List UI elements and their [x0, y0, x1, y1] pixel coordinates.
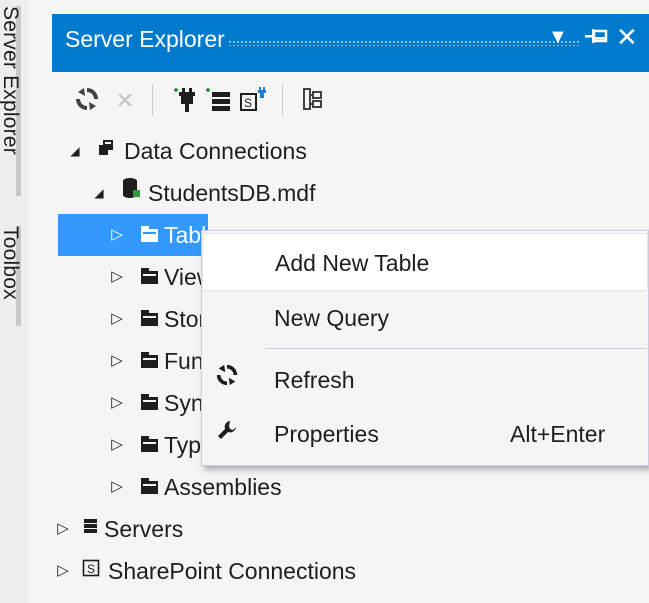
- expand-arrow-icon[interactable]: ▷: [54, 508, 72, 550]
- menu-separator: [265, 348, 647, 349]
- tree-node-assemblies[interactable]: ▷ Assemblies: [52, 466, 649, 508]
- data-connections-icon: [96, 130, 118, 172]
- menu-item-properties[interactable]: Properties Alt+Enter: [202, 405, 648, 463]
- toolbar-separator: [152, 84, 153, 116]
- title-grip: [228, 40, 580, 46]
- tree-node-label: StudentsDB.mdf: [148, 180, 316, 206]
- collapse-arrow-icon[interactable]: ◢: [90, 172, 108, 214]
- menu-item-label: Refresh: [274, 367, 355, 393]
- tree-node-tables[interactable]: ▷ Tables: [58, 214, 230, 256]
- svg-text:S: S: [87, 562, 95, 576]
- connect-server-icon[interactable]: [204, 86, 234, 116]
- tree-node-data-connections[interactable]: ◢ Data Connections: [52, 130, 649, 172]
- menu-item-label: Properties: [274, 421, 379, 447]
- expand-arrow-icon[interactable]: ▷: [108, 298, 126, 340]
- tree-node-label: SharePoint Connections: [108, 558, 357, 584]
- folder-icon: [138, 382, 160, 424]
- expand-arrow-icon[interactable]: ▷: [108, 424, 126, 466]
- window-position-dropdown-icon[interactable]: ▼: [548, 26, 568, 49]
- menu-item-refresh[interactable]: Refresh: [202, 351, 648, 409]
- tree-node-label: Data Connections: [124, 138, 307, 164]
- panel-title-bar[interactable]: Server Explorer ▼ ✕: [52, 14, 649, 72]
- expand-arrow-icon[interactable]: ▷: [108, 340, 126, 382]
- side-tab-label: Toolbox: [0, 226, 22, 300]
- expand-arrow-icon[interactable]: ▷: [108, 382, 126, 424]
- database-icon: [120, 172, 142, 214]
- panel-title: Server Explorer: [65, 26, 225, 52]
- menu-item-shortcut: Alt+Enter: [510, 421, 606, 447]
- tree-node-servers[interactable]: ▷ Servers: [52, 508, 649, 550]
- folder-icon: [138, 298, 160, 340]
- context-menu: Add New Table New Query Refresh Properti…: [201, 230, 649, 466]
- menu-item-add-new-table[interactable]: Add New Table: [202, 233, 648, 291]
- sharepoint-icon: S: [80, 550, 102, 592]
- properties-icon[interactable]: [298, 86, 328, 116]
- tree-node-label: Assemblies: [164, 474, 282, 500]
- folder-icon: [138, 256, 160, 298]
- expand-arrow-icon[interactable]: ▷: [108, 214, 126, 256]
- side-tab-toolbox[interactable]: Toolbox: [0, 226, 24, 326]
- expand-arrow-icon[interactable]: ▷: [108, 256, 126, 298]
- side-tab-strip: Server Explorer Toolbox: [0, 0, 28, 603]
- folder-icon: [138, 424, 160, 466]
- expand-arrow-icon[interactable]: ▷: [108, 466, 126, 508]
- menu-item-label: New Query: [274, 305, 390, 331]
- delete-icon[interactable]: ✕: [110, 86, 140, 116]
- folder-icon: [138, 214, 160, 256]
- expand-arrow-icon[interactable]: ▷: [54, 550, 72, 592]
- collapse-arrow-icon[interactable]: ◢: [66, 130, 84, 172]
- connect-sharepoint-icon[interactable]: S: [238, 86, 268, 116]
- toolbar-separator: [282, 84, 283, 116]
- folder-icon: [138, 340, 160, 382]
- wrench-icon: [214, 405, 240, 463]
- auto-hide-pin-icon[interactable]: [582, 24, 610, 55]
- refresh-icon[interactable]: [72, 86, 102, 116]
- side-tab-label: Server Explorer: [0, 6, 22, 155]
- menu-item-label: Add New Table: [275, 250, 430, 276]
- connect-database-icon[interactable]: [170, 86, 200, 116]
- svg-text:S: S: [244, 96, 252, 110]
- close-icon[interactable]: ✕: [616, 22, 638, 53]
- servers-icon: [80, 508, 102, 550]
- tree-node-studentsdb[interactable]: ◢ StudentsDB.mdf: [52, 172, 649, 214]
- tree-node-sharepoint-connections[interactable]: ▷ S SharePoint Connections: [52, 550, 649, 592]
- menu-item-new-query[interactable]: New Query: [202, 289, 648, 347]
- panel-toolbar: ✕ S: [52, 72, 649, 130]
- refresh-icon: [214, 351, 240, 409]
- tree-node-label: Servers: [104, 516, 184, 542]
- side-tab-server-explorer[interactable]: Server Explorer: [0, 6, 24, 196]
- folder-icon: [138, 466, 160, 508]
